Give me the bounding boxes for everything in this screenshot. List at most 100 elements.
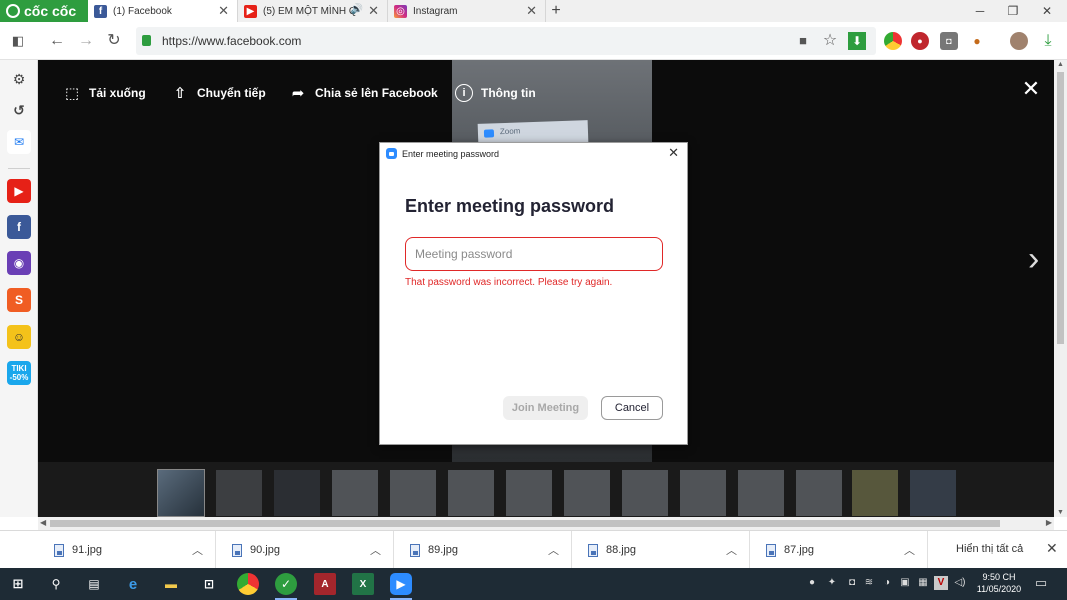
downloads-close-icon[interactable]: ✕ [1046, 540, 1058, 557]
chevron-up-icon[interactable]: ︿ [726, 542, 737, 558]
thumbnail[interactable] [910, 470, 956, 516]
tab-instagram[interactable]: ◎ Instagram ✕ [388, 0, 546, 22]
horizontal-scroll-thumb[interactable] [50, 520, 1000, 527]
vertical-scrollbar[interactable]: ▲ ▼ [1054, 60, 1067, 517]
scroll-down-arrow-icon[interactable]: ▼ [1056, 509, 1065, 516]
join-meeting-button[interactable]: Join Meeting [503, 396, 588, 420]
horizontal-scrollbar[interactable]: ◀ ▶ [38, 517, 1054, 530]
cancel-button[interactable]: Cancel [601, 396, 663, 420]
shopee-icon[interactable]: S [7, 288, 31, 312]
taskbar-clock[interactable]: 9:50 CH 11/05/2020 [970, 571, 1028, 595]
chevron-up-icon[interactable]: ︿ [370, 542, 381, 558]
tray-network-icon[interactable]: ▣ [898, 576, 912, 590]
forward-button[interactable]: → [76, 31, 96, 51]
thumbnail[interactable] [157, 469, 205, 517]
tray-zoom-icon[interactable]: ◘ [845, 576, 859, 590]
thumbnail[interactable] [796, 470, 842, 516]
chrome-extension-icon[interactable] [884, 32, 902, 50]
orange-extension-icon[interactable]: ● [968, 32, 986, 50]
chrome-icon[interactable] [237, 573, 259, 595]
download-arrow-icon[interactable]: ⤓ [1038, 31, 1058, 51]
speaker-icon[interactable]: 🔊 [351, 4, 363, 15]
back-button[interactable]: ← [47, 31, 67, 51]
download-item[interactable]: 88.jpg ︿ [572, 531, 750, 569]
thumbnail[interactable] [622, 470, 668, 516]
access-app-icon[interactable]: A [314, 573, 336, 595]
new-tab-button[interactable]: + [547, 1, 565, 21]
chevron-up-icon[interactable]: ︿ [192, 542, 203, 558]
thumbnail[interactable] [216, 470, 262, 516]
show-all-downloads-link[interactable]: Hiển thị tất cả [956, 543, 1023, 555]
unikey-v-icon[interactable]: V [934, 576, 948, 590]
file-explorer-icon[interactable]: ▬ [160, 573, 182, 595]
info-action[interactable]: i Thông tin [455, 84, 536, 102]
tab-youtube[interactable]: ▶ (5) EM MỘT MÌNH Q 🔊 ✕ [238, 0, 388, 22]
bookmark-star-icon[interactable]: ☆ [820, 31, 840, 51]
tray-people-icon[interactable]: ✦ [825, 576, 839, 590]
chevron-up-icon[interactable]: ︿ [904, 542, 915, 558]
thumbnail[interactable] [506, 470, 552, 516]
facebook-icon[interactable]: f [7, 215, 31, 239]
excel-icon[interactable]: X [352, 573, 374, 595]
zoom-taskbar-icon[interactable]: ▶ [390, 573, 412, 600]
scroll-left-arrow-icon[interactable]: ◀ [40, 518, 46, 527]
task-view-icon[interactable]: ▤ [83, 573, 105, 595]
history-icon[interactable]: ↺ [7, 98, 31, 122]
youtube-icon[interactable]: ▶ [7, 179, 31, 203]
close-icon[interactable]: ✕ [368, 3, 379, 19]
edge-browser-icon[interactable]: e [122, 573, 144, 595]
thumbnail[interactable] [852, 470, 898, 516]
volume-icon[interactable]: ◁) [953, 576, 967, 590]
search-icon[interactable]: ⚲ [45, 573, 67, 595]
close-icon[interactable]: ✕ [526, 3, 537, 19]
sidebar-toggle-icon[interactable]: ◧ [8, 31, 28, 51]
thumbnail[interactable] [390, 470, 436, 516]
restore-button[interactable]: ❐ [996, 0, 1030, 22]
minimize-button[interactable]: ─ [963, 0, 997, 22]
download-item[interactable]: 91.jpg ︿ [38, 531, 216, 569]
thumbnail[interactable] [680, 470, 726, 516]
coccoc-menu-button[interactable]: cốc cốc [0, 0, 88, 22]
dialog-close-icon[interactable]: ✕ [668, 145, 679, 161]
wifi-icon[interactable]: ≋ [862, 576, 876, 590]
download-item[interactable]: 87.jpg ︿ [750, 531, 928, 569]
notification-center-icon[interactable]: ▭ [1034, 576, 1048, 590]
music-app-icon[interactable]: ◉ [7, 251, 31, 275]
tray-app-icon[interactable]: ● [805, 576, 819, 590]
thumbnail[interactable] [274, 470, 320, 516]
download-action[interactable]: ⬚ Tải xuống [63, 84, 146, 102]
scroll-right-arrow-icon[interactable]: ▶ [1046, 518, 1052, 527]
thumbnail[interactable] [564, 470, 610, 516]
download-item[interactable]: 90.jpg ︿ [216, 531, 394, 569]
gray-extension-icon[interactable]: ◘ [940, 32, 958, 50]
red-extension-icon[interactable]: ● [911, 32, 929, 50]
thumbnail[interactable] [738, 470, 784, 516]
address-bar[interactable]: https://www.facebook.com [136, 27, 876, 55]
chevron-up-icon[interactable]: ︿ [548, 542, 559, 558]
thumbnail[interactable] [332, 470, 378, 516]
viewer-close-icon[interactable]: ✕ [1020, 78, 1042, 100]
forward-action[interactable]: ⇧ Chuyển tiếp [171, 84, 266, 102]
messenger-icon[interactable]: ✉ [7, 130, 31, 154]
download-item[interactable]: 89.jpg ︿ [394, 531, 572, 569]
meeting-password-input[interactable] [405, 237, 663, 271]
tray-gauge-icon[interactable]: ◑ [880, 576, 894, 590]
video-camera-icon[interactable]: ■ [793, 31, 813, 51]
download-manager-icon[interactable]: ⬇ [848, 32, 866, 50]
reload-button[interactable]: ↻ [104, 31, 124, 51]
windows-start-icon[interactable]: ⊞ [7, 573, 29, 595]
tray-device-icon[interactable]: ▦ [916, 576, 930, 590]
thumbnail[interactable] [448, 470, 494, 516]
next-photo-chevron-icon[interactable]: › [1028, 240, 1039, 279]
settings-gear-icon[interactable]: ⚙ [7, 67, 31, 91]
coccoc-taskbar-icon[interactable]: ✓ [275, 573, 297, 600]
window-close-button[interactable]: ✕ [1030, 0, 1064, 22]
profile-avatar[interactable] [1010, 32, 1028, 50]
share-facebook-action[interactable]: ➦ Chia sẻ lên Facebook [289, 84, 438, 102]
game-app-icon[interactable]: ☺ [7, 325, 31, 349]
tiki-promo-icon[interactable]: TIKI -50% [7, 361, 31, 385]
scroll-up-arrow-icon[interactable]: ▲ [1056, 61, 1065, 68]
store-icon[interactable]: ⊡ [198, 573, 220, 595]
vertical-scroll-thumb[interactable] [1057, 72, 1064, 344]
close-icon[interactable]: ✕ [218, 3, 229, 19]
